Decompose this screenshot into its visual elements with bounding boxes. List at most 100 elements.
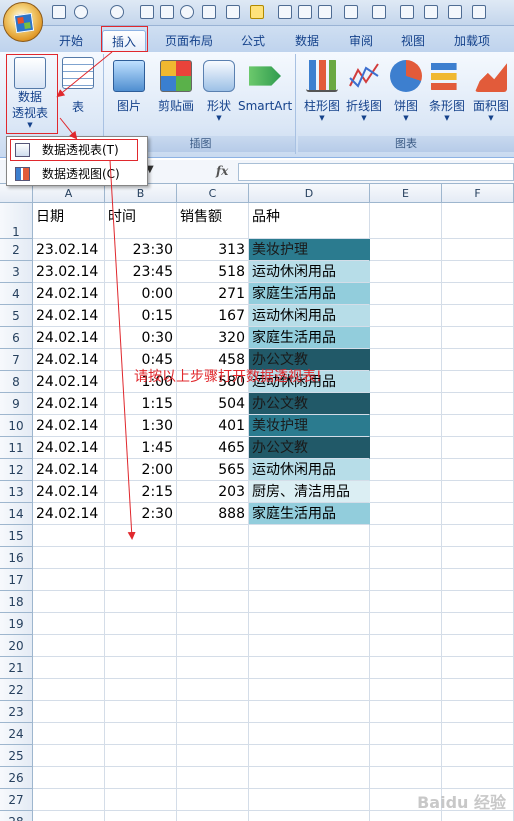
cell-F13[interactable] xyxy=(442,481,514,503)
circle-icon[interactable] xyxy=(180,5,194,19)
cell-D15[interactable] xyxy=(249,525,370,547)
cell-D20[interactable] xyxy=(249,635,370,657)
cell-B11[interactable]: 1:45 xyxy=(105,437,177,459)
row-header-4[interactable]: 4 xyxy=(0,283,33,305)
cell-F5[interactable] xyxy=(442,305,514,327)
cell-C13[interactable]: 203 xyxy=(177,481,249,503)
cell-C27[interactable] xyxy=(177,789,249,811)
row-header-6[interactable]: 6 xyxy=(0,327,33,349)
row-header-1[interactable]: 1 xyxy=(0,203,33,239)
cell-B3[interactable]: 23:45 xyxy=(105,261,177,283)
tab-data[interactable]: 数据 xyxy=(286,30,328,52)
cell-D18[interactable] xyxy=(249,591,370,613)
cell-A14[interactable]: 24.02.14 xyxy=(33,503,105,525)
cell-B16[interactable] xyxy=(105,547,177,569)
row-header-5[interactable]: 5 xyxy=(0,305,33,327)
warning-icon[interactable] xyxy=(250,5,264,19)
print-preview-icon[interactable] xyxy=(140,5,154,19)
cell-F18[interactable] xyxy=(442,591,514,613)
cell-A28[interactable] xyxy=(33,811,105,821)
cell-D2[interactable]: 美妆护理 xyxy=(249,239,370,261)
cell-A27[interactable] xyxy=(33,789,105,811)
cell-A17[interactable] xyxy=(33,569,105,591)
row-header-14[interactable]: 14 xyxy=(0,503,33,525)
formula-input[interactable] xyxy=(238,163,514,181)
list-icon[interactable] xyxy=(344,5,358,19)
cell-F20[interactable] xyxy=(442,635,514,657)
cell-A4[interactable]: 24.02.14 xyxy=(33,283,105,305)
cell-E19[interactable] xyxy=(370,613,442,635)
page-icon[interactable] xyxy=(400,5,414,19)
cell-A5[interactable]: 24.02.14 xyxy=(33,305,105,327)
cell-F1[interactable] xyxy=(442,203,514,239)
cell-D28[interactable] xyxy=(249,811,370,821)
cell-C15[interactable] xyxy=(177,525,249,547)
row-header-16[interactable]: 16 xyxy=(0,547,33,569)
cell-F8[interactable] xyxy=(442,371,514,393)
cell-B26[interactable] xyxy=(105,767,177,789)
cell-D4[interactable]: 家庭生活用品 xyxy=(249,283,370,305)
cell-D22[interactable] xyxy=(249,679,370,701)
row-header-7[interactable]: 7 xyxy=(0,349,33,371)
cell-A3[interactable]: 23.02.14 xyxy=(33,261,105,283)
column-header-B[interactable]: B xyxy=(105,184,177,203)
smartart-button[interactable]: SmartArt xyxy=(238,60,292,114)
row-header-28[interactable]: 28 xyxy=(0,811,33,821)
cell-D17[interactable] xyxy=(249,569,370,591)
cell-B13[interactable]: 2:15 xyxy=(105,481,177,503)
cell-C26[interactable] xyxy=(177,767,249,789)
cell-A20[interactable] xyxy=(33,635,105,657)
tab-insert[interactable]: 插入 xyxy=(102,30,146,52)
column-header-C[interactable]: C xyxy=(177,184,249,203)
cell-C14[interactable]: 888 xyxy=(177,503,249,525)
cell-D6[interactable]: 家庭生活用品 xyxy=(249,327,370,349)
cell-B25[interactable] xyxy=(105,745,177,767)
tab-formulas[interactable]: 公式 xyxy=(232,30,274,52)
row-header-2[interactable]: 2 xyxy=(0,239,33,261)
cell-F24[interactable] xyxy=(442,723,514,745)
cell-B24[interactable] xyxy=(105,723,177,745)
cell-E14[interactable] xyxy=(370,503,442,525)
cell-A11[interactable]: 24.02.14 xyxy=(33,437,105,459)
row-header-27[interactable]: 27 xyxy=(0,789,33,811)
fx-icon[interactable]: fx xyxy=(216,164,228,178)
cell-F4[interactable] xyxy=(442,283,514,305)
cell-E7[interactable] xyxy=(370,349,442,371)
cell-A2[interactable]: 23.02.14 xyxy=(33,239,105,261)
cell-C12[interactable]: 565 xyxy=(177,459,249,481)
cell-A16[interactable] xyxy=(33,547,105,569)
tab-page-layout[interactable]: 页面布局 xyxy=(158,30,220,52)
cell-B20[interactable] xyxy=(105,635,177,657)
cell-A26[interactable] xyxy=(33,767,105,789)
cell-B23[interactable] xyxy=(105,701,177,723)
row-header-21[interactable]: 21 xyxy=(0,657,33,679)
cell-D19[interactable] xyxy=(249,613,370,635)
cell-E6[interactable] xyxy=(370,327,442,349)
cell-B19[interactable] xyxy=(105,613,177,635)
cell-C24[interactable] xyxy=(177,723,249,745)
row-header-19[interactable]: 19 xyxy=(0,613,33,635)
cell-A10[interactable]: 24.02.14 xyxy=(33,415,105,437)
tab-review[interactable]: 审阅 xyxy=(340,30,382,52)
cell-A24[interactable] xyxy=(33,723,105,745)
cell-B28[interactable] xyxy=(105,811,177,821)
form-icon[interactable] xyxy=(202,5,216,19)
column-header-F[interactable]: F xyxy=(442,184,514,203)
cell-F14[interactable] xyxy=(442,503,514,525)
row-header-10[interactable]: 10 xyxy=(0,415,33,437)
cell-B14[interactable]: 2:30 xyxy=(105,503,177,525)
cell-B10[interactable]: 1:30 xyxy=(105,415,177,437)
pie-chart-button[interactable]: 饼图 ▼ xyxy=(388,60,424,122)
cell-F3[interactable] xyxy=(442,261,514,283)
cell-D10[interactable]: 美妆护理 xyxy=(249,415,370,437)
cell-C17[interactable] xyxy=(177,569,249,591)
cell-A12[interactable]: 24.02.14 xyxy=(33,459,105,481)
cell-E10[interactable] xyxy=(370,415,442,437)
cell-D24[interactable] xyxy=(249,723,370,745)
cell-B15[interactable] xyxy=(105,525,177,547)
cell-D23[interactable] xyxy=(249,701,370,723)
cell-F26[interactable] xyxy=(442,767,514,789)
cell-C11[interactable]: 465 xyxy=(177,437,249,459)
cell-E25[interactable] xyxy=(370,745,442,767)
cell-D25[interactable] xyxy=(249,745,370,767)
